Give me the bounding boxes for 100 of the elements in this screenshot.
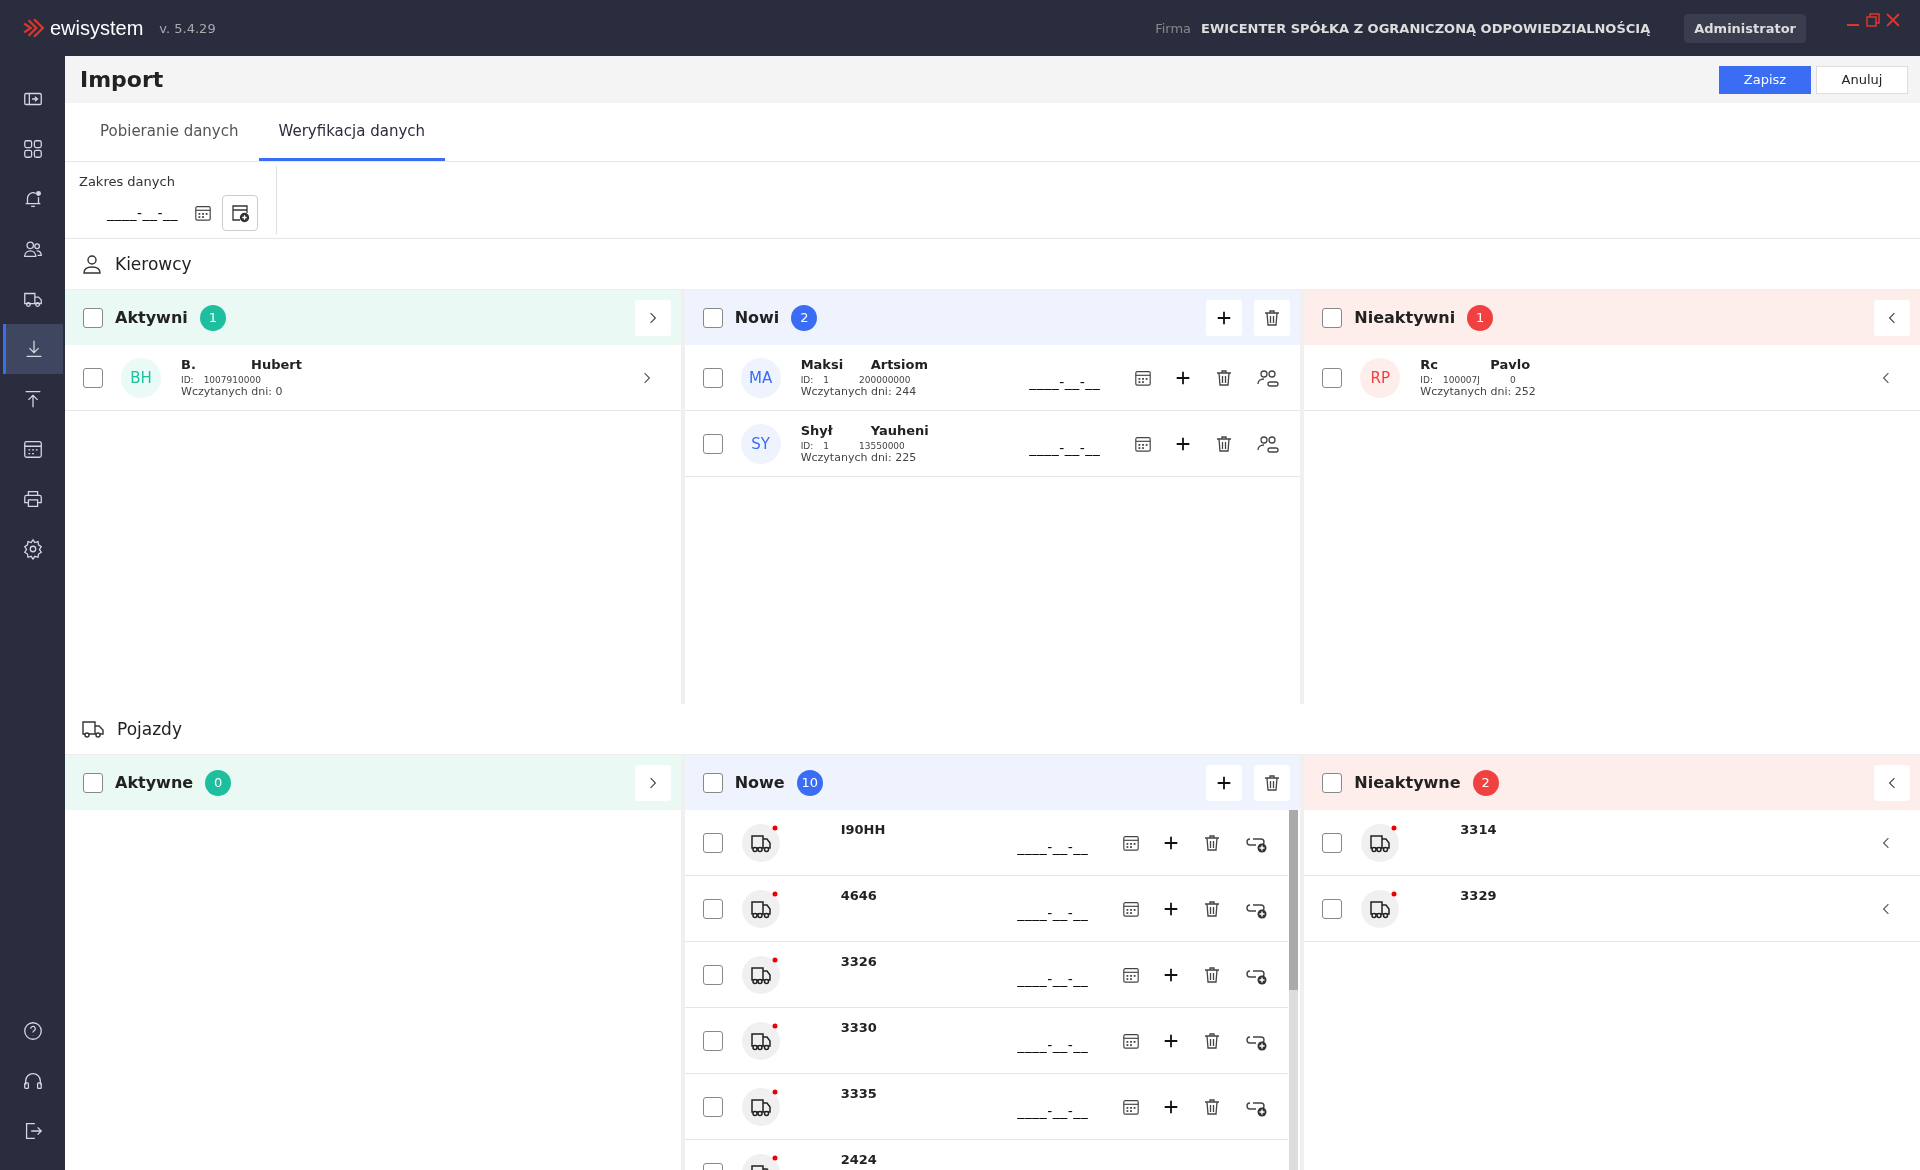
count-badge: 2 <box>791 304 818 331</box>
date-field[interactable]: ____-__-__ <box>1017 970 1089 987</box>
id-value: 1 <box>823 441 829 451</box>
user-button[interactable]: Administrator <box>1684 13 1806 43</box>
column-title: Nieaktywne <box>1354 773 1461 792</box>
plate-number: 3329 <box>1460 888 1497 903</box>
date-field[interactable]: ____-__-__ <box>1017 1102 1089 1119</box>
checkbox[interactable] <box>83 367 103 388</box>
add-button[interactable] <box>1206 299 1243 336</box>
checkbox[interactable] <box>1322 307 1343 328</box>
truck-icon <box>1360 822 1401 863</box>
count-badge: 1 <box>199 304 226 331</box>
plate-number: 4646 <box>840 888 877 903</box>
id-value: 100007J <box>1442 375 1480 385</box>
section-title: Pojazdy <box>117 719 182 739</box>
delete-button[interactable] <box>1254 764 1291 801</box>
calendar-icon[interactable] <box>1122 833 1141 852</box>
driver-surname: B. <box>181 357 197 372</box>
checkbox[interactable] <box>1322 832 1343 853</box>
person-icon <box>81 253 103 275</box>
cancel-button[interactable]: Anuluj <box>1816 65 1908 94</box>
id-value: 0 <box>1509 375 1516 385</box>
add-date-button[interactable] <box>222 195 259 231</box>
tab[interactable]: Pobieranie danych <box>80 103 259 161</box>
plate-number: 3330 <box>840 1020 877 1035</box>
truck-icon <box>740 888 781 929</box>
calendar-icon[interactable] <box>1134 434 1153 453</box>
id-value: 1 <box>823 375 829 385</box>
delete-button[interactable] <box>1254 299 1291 336</box>
section-title: Kierowcy <box>115 254 192 274</box>
count-badge: 0 <box>205 769 232 796</box>
date-field[interactable]: ____-__-__ <box>107 205 179 221</box>
checkbox[interactable] <box>702 433 723 454</box>
avatar: MA <box>740 357 781 398</box>
plate-number: 2424 <box>840 1152 877 1167</box>
scrollbar[interactable] <box>1289 810 1299 1170</box>
column-title: Aktywni <box>115 308 188 327</box>
days-loaded: Wczytanych dni: 244 <box>800 385 917 398</box>
truck-icon <box>81 718 105 740</box>
calendar-icon[interactable] <box>1122 899 1141 918</box>
people-link-icon[interactable] <box>1256 367 1281 388</box>
column-title: Nowi <box>734 308 780 327</box>
people-link-icon[interactable] <box>1256 433 1281 454</box>
calendar-icon[interactable] <box>1134 368 1153 387</box>
calendar-icon[interactable] <box>1122 965 1141 984</box>
checkbox[interactable] <box>702 1096 723 1117</box>
checkbox[interactable] <box>702 1030 723 1051</box>
date-field[interactable]: ____-__-__ <box>1029 439 1101 456</box>
driver-surname: Maksi <box>800 357 845 372</box>
date-field[interactable]: ____-__-__ <box>1017 904 1089 921</box>
calendar-plus-icon <box>230 203 251 223</box>
company-name: EWICENTER SPÓŁKA Z OGRANICZONĄ ODPOWIEDZIALNOŚCIĄ <box>1201 20 1651 36</box>
checkbox[interactable] <box>702 367 723 388</box>
truck-icon <box>1360 888 1401 929</box>
logo-icon <box>22 17 44 39</box>
truck-icon <box>740 822 781 863</box>
avatar: SY <box>740 423 781 464</box>
save-button[interactable]: Zapisz <box>1719 65 1811 94</box>
app-version: v. 5.4.29 <box>159 20 216 36</box>
truck-icon <box>740 1020 781 1061</box>
column-title: Nowe <box>734 773 785 792</box>
close-icon[interactable] <box>1886 13 1900 27</box>
calendar-icon[interactable] <box>194 204 213 222</box>
plate-number: I90HH <box>840 822 886 837</box>
maximize-icon[interactable] <box>1866 13 1880 27</box>
checkbox[interactable] <box>702 832 723 853</box>
date-range-label: Zakres danych <box>79 174 176 189</box>
checkbox[interactable] <box>1322 898 1343 919</box>
tab[interactable]: Weryfikacja danych <box>258 103 445 161</box>
id-label: ID: <box>1420 375 1433 385</box>
checkbox[interactable] <box>702 964 723 985</box>
days-loaded: Wczytanych dni: 252 <box>1420 385 1536 398</box>
column-title: Nieaktywni <box>1354 308 1456 327</box>
count-badge: 2 <box>1472 769 1499 796</box>
truck-icon <box>740 954 781 995</box>
date-field[interactable]: ____-__-__ <box>1017 838 1089 855</box>
checkbox[interactable] <box>83 307 103 328</box>
checkbox[interactable] <box>1322 772 1343 793</box>
checkbox[interactable] <box>702 307 723 328</box>
driver-first-name: Pavlo <box>1490 357 1531 372</box>
id-label: ID: <box>800 441 814 451</box>
count-badge: 10 <box>796 769 823 796</box>
driver-surname: Rc <box>1420 357 1440 372</box>
checkbox[interactable] <box>1322 367 1343 388</box>
add-button[interactable] <box>1206 764 1243 801</box>
truck-icon <box>740 1086 781 1127</box>
driver-first-name: Yauheni <box>870 423 929 438</box>
date-field[interactable]: ____-__-__ <box>1029 373 1101 390</box>
checkbox[interactable] <box>83 772 103 793</box>
calendar-icon[interactable] <box>1122 1097 1141 1116</box>
plate-number: 3314 <box>1460 822 1497 837</box>
id-value: 200000000 <box>859 375 911 385</box>
page-title: Import <box>80 67 164 93</box>
calendar-icon[interactable] <box>1122 1031 1141 1050</box>
checkbox[interactable] <box>702 898 723 919</box>
avatar: RP <box>1360 357 1401 398</box>
date-field[interactable]: ____-__-__ <box>1017 1036 1089 1053</box>
checkbox[interactable] <box>702 772 723 793</box>
count-badge: 1 <box>1467 304 1494 331</box>
days-loaded: Wczytanych dni: 225 <box>800 451 917 464</box>
